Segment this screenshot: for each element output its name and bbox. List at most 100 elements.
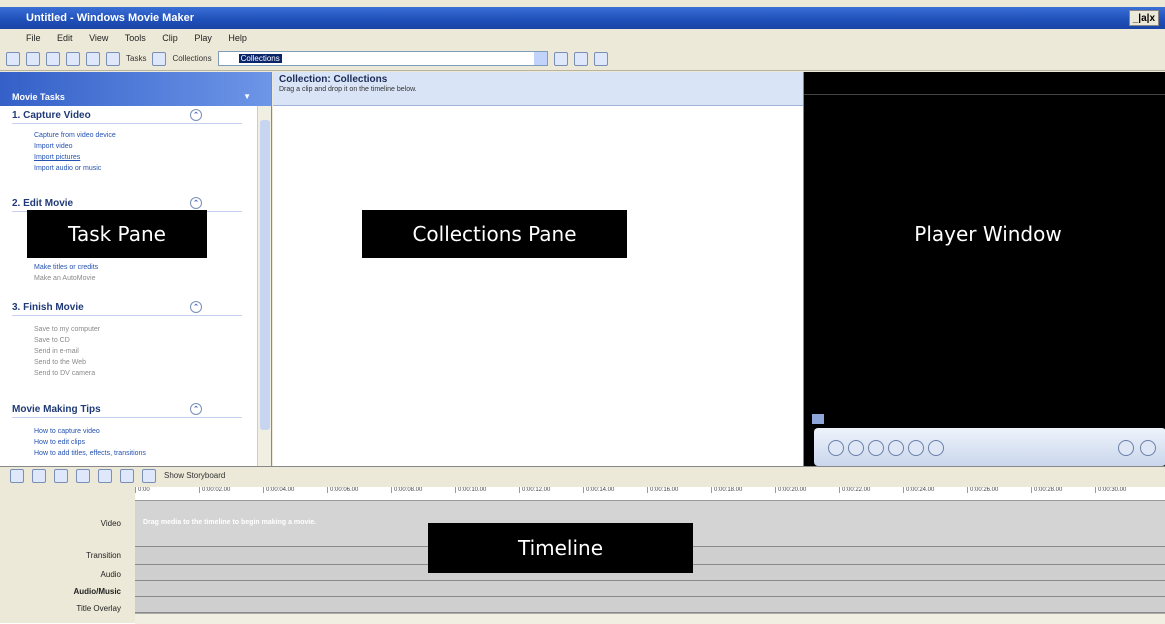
collections-dropdown[interactable]: Collections [217,51,548,66]
play-timeline-icon[interactable] [120,469,134,483]
show-storyboard-button[interactable]: Show Storyboard [164,467,225,485]
task-link[interactable]: Make an AutoMovie [12,273,242,284]
task-link[interactable]: Import video [12,141,242,152]
toolbar: Tasks Collections Collections [0,47,1165,71]
ruler-tick: 0:00:16.00 [647,487,711,493]
section-title[interactable]: Movie Making Tips ⌃ [12,403,242,418]
timeline-toolbar: Show Storyboard [0,467,1165,485]
ruler-tick: 0:00:22.00 [839,487,903,493]
rewind-icon[interactable] [98,469,112,483]
title-overlay-track[interactable] [135,597,1165,613]
collapse-icon[interactable]: ▼ [243,92,251,101]
player-monitor-icon[interactable] [812,414,824,424]
up-folder-icon[interactable] [553,51,568,66]
previous-frame-icon[interactable] [888,440,904,456]
collections-header: Collection: Collections Drag a clip and … [273,72,803,106]
section-capture-video: 1. Capture Video ⌃ Capture from video dev… [12,109,242,174]
ruler-tick: 0:00:04.00 [263,487,327,493]
track-labels: Video Transition Audio Audio/Music Title… [0,501,135,621]
ruler-tick: 0:00:02.00 [199,487,263,493]
zoom-in-icon[interactable] [54,469,68,483]
split-clip-icon[interactable] [1118,440,1134,456]
task-link[interactable]: How to capture video [12,426,242,437]
player-divider [804,94,1165,95]
collection-hint: Drag a clip and drop it on the timeline … [279,86,417,93]
collapse-toggle-icon[interactable]: ⌃ [190,197,202,209]
tasks-icon[interactable] [106,51,120,66]
ruler-tick: 0:00:18.00 [711,487,775,493]
task-link[interactable]: Import pictures [12,152,242,163]
track-label-audio-music: Audio/Music [73,587,121,596]
ruler-tick: 0:00:10.00 [455,487,519,493]
menu-clip[interactable]: Clip [162,33,178,43]
zoom-out-icon[interactable] [76,469,90,483]
ruler-tick: 0:00:12.00 [519,487,583,493]
track-label-audio: Audio [100,570,121,579]
ruler-tick: 0:00:30.00 [1095,487,1159,493]
audio-music-track[interactable] [135,581,1165,597]
window-title: Untitled - Windows Movie Maker [26,12,194,24]
storyboard-icon[interactable] [142,469,156,483]
chevron-down-icon[interactable] [533,52,547,65]
stop-icon[interactable] [848,440,864,456]
player-controls [814,428,1165,466]
timeline-scrollbar[interactable] [135,613,1165,624]
timeline-ruler[interactable]: 0:00 0:00:02.00 0:00:04.00 0:00:06.00 0:00:0… [135,487,1165,501]
menu-tools[interactable]: Tools [125,33,146,43]
section-finish-movie: 3. Finish Movie ⌃ Save to my computer Sav… [12,301,242,379]
collapse-toggle-icon[interactable]: ⌃ [190,301,202,313]
collections-pane[interactable] [273,106,803,466]
menu-play[interactable]: Play [194,33,212,43]
section-title[interactable]: 1. Capture Video ⌃ [12,109,242,124]
set-audio-levels-icon[interactable] [10,469,24,483]
task-link[interactable]: Send to DV camera [12,368,242,379]
play-icon[interactable] [828,440,844,456]
ruler-tick: 0:00:06.00 [327,487,391,493]
save-project-icon[interactable] [46,51,60,66]
collection-title: Collection: Collections [279,74,388,85]
tasks-button[interactable]: Tasks [126,47,146,71]
ruler-tick: 0:00:26.00 [967,487,1031,493]
collections-dropdown-value: Collections [238,54,282,63]
ruler-tick: 0:00:08.00 [391,487,455,493]
new-collection-icon[interactable] [573,51,588,66]
menu-file[interactable]: File [26,33,41,43]
task-link[interactable]: Save to my computer [12,324,242,335]
collapse-toggle-icon[interactable]: ⌃ [190,403,202,415]
callout-task-pane: Task Pane [27,210,207,258]
section-title[interactable]: 3. Finish Movie ⌃ [12,301,242,316]
new-project-icon[interactable] [6,51,20,66]
task-pane-title: Movie Tasks [12,92,65,102]
menu-bar: File Edit View Tools Clip Play Help [0,29,1165,47]
next-frame-icon[interactable] [908,440,924,456]
video-track-message: Drag media to the timeline to begin maki… [143,519,317,526]
back-icon[interactable] [868,440,884,456]
forward-icon[interactable] [928,440,944,456]
track-label-title-overlay: Title Overlay [76,604,121,613]
window-controls[interactable]: _|a|x [1128,10,1159,26]
undo-icon[interactable] [66,51,80,66]
ruler-tick: 0:00:20.00 [775,487,839,493]
open-project-icon[interactable] [26,51,40,66]
task-link[interactable]: Send in e-mail [12,346,242,357]
task-link[interactable]: Import audio or music [12,163,242,174]
menu-edit[interactable]: Edit [57,33,73,43]
redo-icon[interactable] [86,51,100,66]
task-link[interactable]: Capture from video device [12,130,242,141]
task-link[interactable]: How to edit clips [12,437,242,448]
task-link[interactable]: Send to the Web [12,357,242,368]
menu-help[interactable]: Help [228,33,247,43]
collections-folder-icon[interactable] [152,51,167,66]
callout-player-window: Player Window [914,222,1062,246]
collections-button[interactable]: Collections [172,47,211,71]
task-link[interactable]: Save to CD [12,335,242,346]
take-picture-icon[interactable] [1140,440,1156,456]
views-icon[interactable] [593,51,608,66]
narrate-icon[interactable] [32,469,46,483]
task-link[interactable]: How to add titles, effects, transitions [12,448,242,459]
task-link[interactable]: Make titles or credits [12,262,242,273]
scrollbar-thumb[interactable] [260,120,270,430]
task-pane-scrollbar[interactable] [257,106,271,466]
menu-view[interactable]: View [89,33,108,43]
collapse-toggle-icon[interactable]: ⌃ [190,109,202,121]
